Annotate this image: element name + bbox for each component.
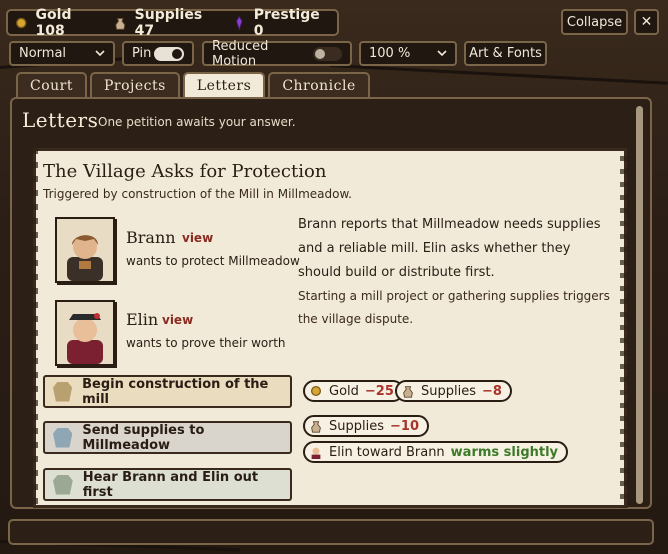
collapse-button[interactable]: Collapse bbox=[561, 9, 628, 35]
elin-portrait-icon bbox=[311, 447, 321, 459]
tab-label: Court bbox=[30, 78, 73, 94]
resource-bar: Gold 108 Supplies 47 Prestige 0 bbox=[6, 7, 339, 39]
tab-bar: Court Projects Letters Chronicle bbox=[16, 72, 370, 98]
effect-label: Gold bbox=[329, 383, 359, 399]
gold-coin-icon bbox=[310, 385, 322, 397]
effect-relationship-pill: Elin toward Brann warms slightly bbox=[303, 441, 569, 463]
tab-label: Projects bbox=[103, 78, 166, 94]
zoom-value: 100 % bbox=[369, 46, 411, 61]
elin-portrait-icon bbox=[67, 313, 103, 364]
pin-toggle[interactable]: Pin bbox=[122, 41, 194, 66]
pin-switch-knob bbox=[172, 48, 182, 59]
choice-build-mill-button[interactable]: Begin construction of the mill bbox=[43, 375, 292, 408]
supplies-value: Supplies 47 bbox=[134, 6, 203, 39]
choice-send-supplies-button[interactable]: Send supplies to Millmeadow bbox=[43, 421, 292, 454]
effect-gold-pill: Gold −25 bbox=[303, 380, 404, 402]
effect-label: Supplies bbox=[421, 383, 476, 399]
petition-body: Brann reports that Millmeadow needs supp… bbox=[298, 217, 601, 280]
effect-label: Elin toward Brann bbox=[329, 444, 445, 460]
reduced-motion-toggle[interactable]: Reduced Motion bbox=[202, 38, 352, 69]
choice-hear-out-button[interactable]: Hear Brann and Elin out first bbox=[43, 468, 292, 501]
tab-projects[interactable]: Projects bbox=[89, 72, 180, 98]
character-name-brann: Brann bbox=[126, 228, 176, 247]
prestige-value: Prestige 0 bbox=[253, 6, 320, 39]
chevron-down-icon bbox=[437, 50, 447, 57]
choice-label: Send supplies to Millmeadow bbox=[82, 422, 205, 453]
supplies-sack-icon bbox=[311, 421, 321, 433]
effect-value: −25 bbox=[364, 383, 394, 399]
close-icon: ✕ bbox=[640, 14, 653, 30]
scrollbar-thumb[interactable] bbox=[636, 106, 643, 504]
brann-portrait-icon bbox=[67, 235, 103, 281]
choice-label: Hear Brann and Elin out first bbox=[82, 469, 259, 500]
bottom-status-bar bbox=[8, 519, 654, 545]
supplies-resource: Supplies 47 bbox=[113, 7, 218, 39]
torn-edge-right bbox=[620, 148, 628, 508]
avatar bbox=[55, 217, 115, 283]
reduced-motion-label: Reduced Motion bbox=[212, 38, 269, 69]
gold-resource: Gold 108 bbox=[14, 7, 99, 39]
petition-title: The Village Asks for Protection bbox=[43, 161, 327, 182]
difficulty-value: Normal bbox=[19, 46, 67, 61]
effect-value: −8 bbox=[482, 383, 502, 399]
petition-body-note: Starting a mill project or gathering sup… bbox=[298, 289, 610, 326]
art-fonts-button[interactable]: Art & Fonts bbox=[464, 41, 547, 66]
effect-label: Supplies bbox=[329, 418, 384, 434]
choice-label: Begin construction of the mill bbox=[82, 376, 269, 407]
reduced-motion-switch bbox=[313, 46, 342, 61]
zoom-select[interactable]: 100 % bbox=[359, 41, 457, 66]
prestige-resource: Prestige 0 bbox=[232, 7, 327, 39]
close-button[interactable]: ✕ bbox=[634, 9, 659, 35]
supplies-sack-icon bbox=[403, 386, 413, 398]
chevron-down-icon bbox=[95, 50, 105, 57]
tab-label: Chronicle bbox=[282, 78, 356, 94]
tab-chronicle[interactable]: Chronicle bbox=[268, 72, 370, 98]
character-desire-elin: wants to prove their worth bbox=[126, 336, 286, 350]
gold-value: Gold 108 bbox=[35, 6, 72, 39]
torn-edge-left bbox=[30, 148, 38, 508]
effect-supplies-pill: Supplies −8 bbox=[395, 380, 512, 402]
character-name-elin: Elin bbox=[126, 310, 159, 329]
reduced-motion-switch-knob bbox=[315, 48, 326, 59]
effect-value: warms slightly bbox=[450, 444, 559, 460]
petition-trigger: Triggered by construction of the Mill in… bbox=[43, 187, 352, 201]
gold-coin-icon bbox=[16, 17, 27, 28]
effect-value: −10 bbox=[390, 418, 419, 434]
avatar bbox=[55, 300, 115, 366]
difficulty-select[interactable]: Normal bbox=[9, 41, 115, 66]
gem-icon bbox=[53, 381, 73, 402]
gem-icon bbox=[53, 474, 73, 495]
letters-heading: Letters bbox=[22, 108, 99, 132]
effect-supplies-pill: Supplies −10 bbox=[303, 415, 429, 437]
view-link-elin[interactable]: view bbox=[162, 313, 193, 327]
pin-label: Pin bbox=[132, 46, 152, 61]
view-link-brann[interactable]: view bbox=[182, 231, 213, 245]
pin-switch bbox=[154, 46, 184, 61]
character-desire-brann: wants to protect Millmeadow bbox=[126, 254, 300, 268]
letters-subtitle: One petition awaits your answer. bbox=[98, 115, 296, 129]
gem-icon bbox=[53, 427, 73, 448]
supplies-sack-icon bbox=[115, 17, 126, 30]
tab-label: Letters bbox=[196, 78, 252, 94]
tab-court[interactable]: Court bbox=[16, 72, 87, 98]
art-fonts-label: Art & Fonts bbox=[469, 46, 542, 61]
prestige-gem-icon bbox=[236, 15, 243, 31]
tab-letters[interactable]: Letters bbox=[182, 72, 266, 98]
collapse-label: Collapse bbox=[566, 14, 623, 30]
